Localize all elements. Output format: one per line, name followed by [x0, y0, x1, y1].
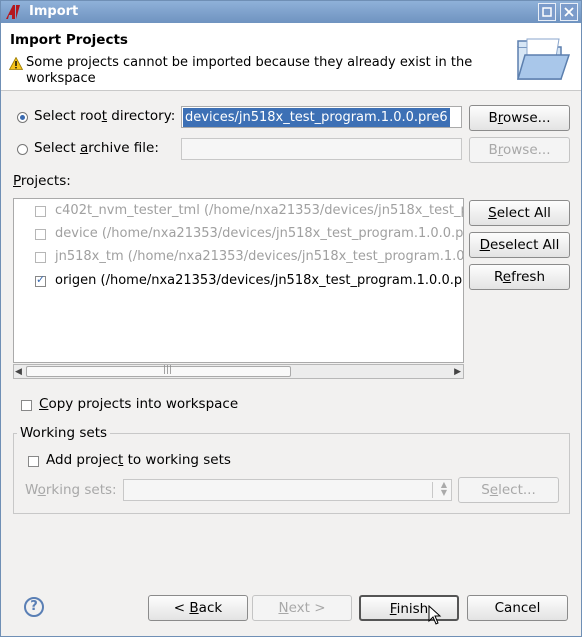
finish-button[interactable]: Finish — [359, 595, 459, 621]
mouse-cursor-icon — [428, 605, 442, 625]
project-checkbox[interactable] — [35, 206, 46, 217]
root-directory-radio[interactable] — [17, 112, 28, 123]
copy-projects-checkbox[interactable] — [21, 400, 32, 411]
project-checkbox[interactable] — [35, 229, 46, 240]
eclipse-app-icon — [6, 5, 20, 19]
combo-spinner-icon[interactable]: ▲ ▼ — [441, 481, 447, 497]
working-sets-title: Working sets — [17, 425, 111, 441]
root-directory-label[interactable]: Select root directory: — [34, 108, 175, 124]
archive-file-input[interactable] — [181, 138, 462, 160]
projects-list[interactable]: c402t_nvm_tester_tml (/home/nxa21353/dev… — [13, 198, 464, 363]
add-to-working-sets-label[interactable]: Add project to working sets — [46, 452, 231, 468]
working-sets-label: Working sets: — [25, 482, 117, 498]
cancel-button[interactable]: Cancel — [467, 595, 568, 621]
wizard-header: Import Projects Some projects cannot be … — [1, 23, 581, 91]
deselect-all-button[interactable]: Deselect All — [469, 232, 570, 258]
working-sets-combo[interactable]: ▲ ▼ — [123, 479, 452, 501]
archive-file-label[interactable]: Select archive file: — [34, 140, 159, 156]
browse-button[interactable]: Browse... — [469, 105, 570, 131]
project-name: origen (/home/nxa21353/devices/jn518x_te… — [55, 273, 463, 288]
project-name: c402t_nvm_tester_tml (/home/nxa21353/dev… — [55, 203, 463, 218]
import-dialog: Import Import Projects Some projects can… — [0, 0, 582, 637]
root-directory-input[interactable]: devices/jn518x_test_program.1.0.0.pre6 — [181, 106, 462, 128]
projects-label: Projects: — [13, 173, 71, 189]
grip-icon: ||| — [163, 365, 173, 375]
folder-import-icon — [517, 38, 571, 80]
page-title: Import Projects — [10, 32, 128, 48]
close-icon[interactable] — [560, 3, 578, 21]
warning-icon — [9, 57, 23, 70]
project-checkbox[interactable] — [35, 252, 46, 263]
next-button[interactable]: Next > — [252, 595, 352, 621]
refresh-button[interactable]: Refresh — [469, 264, 570, 290]
browse-archive-button[interactable]: Browse... — [469, 137, 570, 163]
back-button[interactable]: < Back — [148, 595, 248, 621]
warning-message: Some projects cannot be imported because… — [26, 55, 473, 86]
project-name: device (/home/nxa21353/devices/jn518x_te… — [55, 226, 464, 241]
title-bar[interactable]: Import — [1, 1, 581, 23]
scroll-right-icon[interactable]: ▶ — [454, 367, 461, 377]
project-name: jn518x_tm (/home/nxa21353/devices/jn518x… — [55, 249, 464, 264]
select-working-sets-button[interactable]: Select... — [458, 477, 559, 503]
project-checkbox[interactable] — [35, 273, 46, 287]
scroll-left-icon[interactable]: ◀ — [15, 367, 22, 377]
window-title: Import — [29, 4, 79, 19]
projects-horizontal-scrollbar[interactable]: ◀ ||| ▶ — [13, 364, 464, 379]
maximize-icon[interactable] — [538, 3, 556, 21]
scrollbar-thumb[interactable]: ||| — [26, 365, 291, 377]
copy-projects-label[interactable]: Copy projects into workspace — [39, 396, 238, 412]
select-all-button[interactable]: Select All — [469, 200, 570, 226]
archive-file-radio[interactable] — [17, 144, 28, 155]
help-icon[interactable]: ? — [24, 597, 44, 617]
add-to-working-sets-checkbox[interactable] — [28, 456, 39, 467]
